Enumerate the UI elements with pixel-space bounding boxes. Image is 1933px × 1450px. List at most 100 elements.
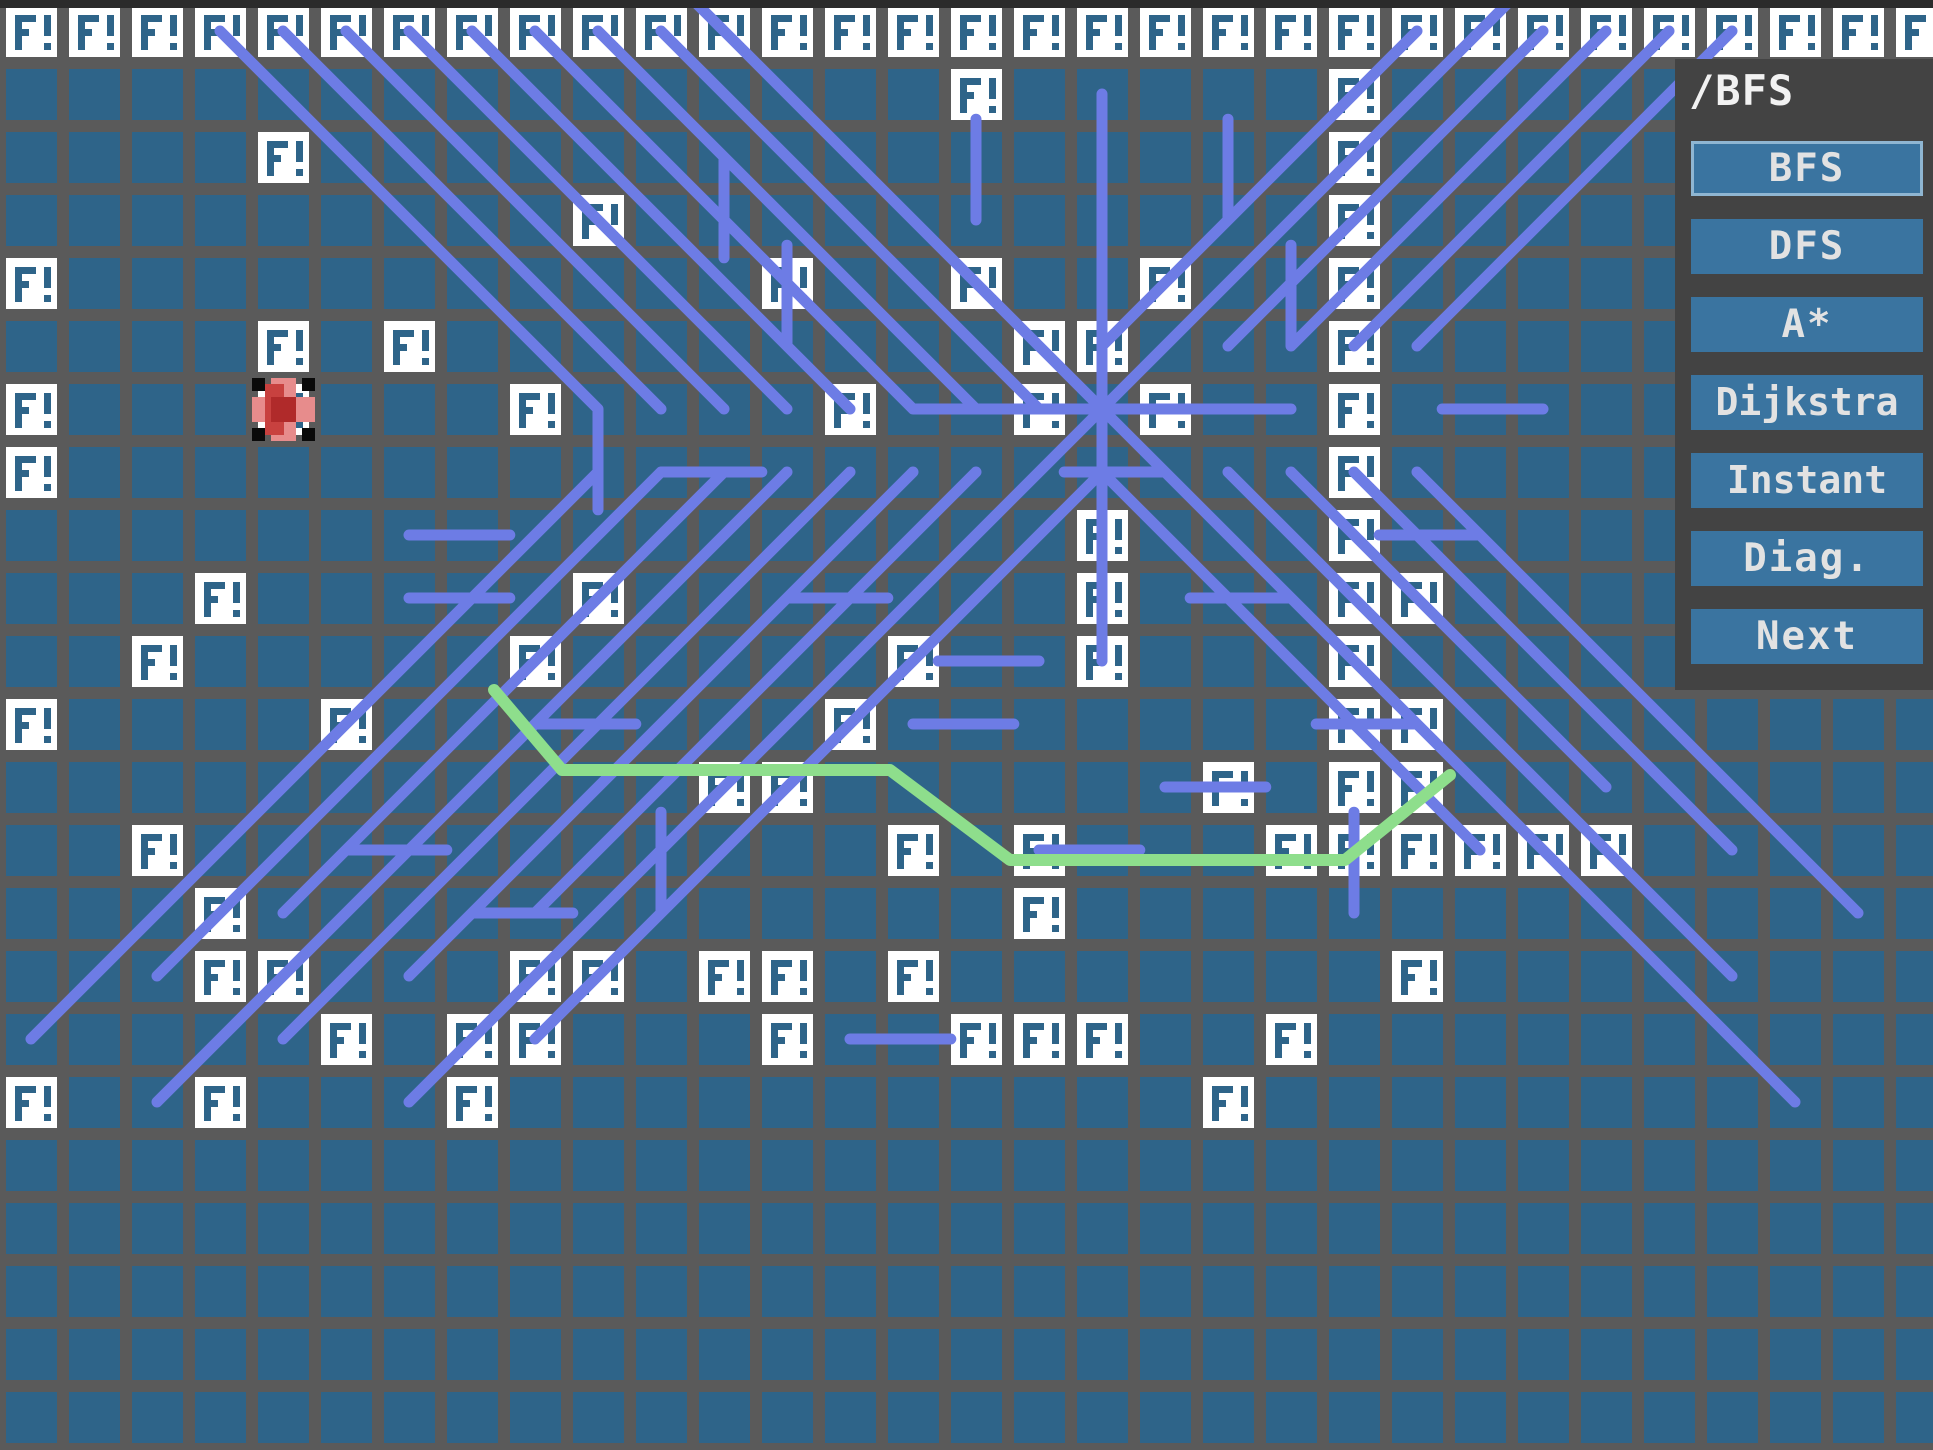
- grid-cell-wall[interactable]: [132, 825, 183, 876]
- grid-cell[interactable]: [951, 510, 1002, 561]
- grid-cell[interactable]: [6, 69, 57, 120]
- grid-cell[interactable]: [1833, 1014, 1884, 1065]
- grid-cell[interactable]: [1329, 951, 1380, 1002]
- grid-cell[interactable]: [1896, 1392, 1933, 1443]
- grid-cell-wall[interactable]: [1392, 699, 1443, 750]
- grid-cell[interactable]: [1455, 1140, 1506, 1191]
- grid-cell[interactable]: [132, 951, 183, 1002]
- grid-cell[interactable]: [69, 888, 120, 939]
- grid-cell[interactable]: [825, 1203, 876, 1254]
- grid-cell[interactable]: [1707, 951, 1758, 1002]
- grid-cell[interactable]: [510, 132, 561, 183]
- grid-cell-wall[interactable]: [258, 6, 309, 57]
- grid-cell[interactable]: [636, 1140, 687, 1191]
- grid-cell[interactable]: [69, 699, 120, 750]
- grid-cell-wall[interactable]: [510, 6, 561, 57]
- grid-cell[interactable]: [573, 1392, 624, 1443]
- grid-cell[interactable]: [1077, 762, 1128, 813]
- grid-cell[interactable]: [1329, 1140, 1380, 1191]
- grid-cell-wall[interactable]: [1896, 6, 1933, 57]
- grid-cell[interactable]: [384, 951, 435, 1002]
- grid-cell[interactable]: [1896, 825, 1933, 876]
- grid-cell[interactable]: [1392, 195, 1443, 246]
- grid-cell[interactable]: [258, 1392, 309, 1443]
- grid-cell[interactable]: [258, 447, 309, 498]
- grid-cell[interactable]: [258, 1329, 309, 1380]
- grid-cell[interactable]: [510, 1329, 561, 1380]
- grid-cell[interactable]: [132, 510, 183, 561]
- grid-cell-wall[interactable]: [195, 1077, 246, 1128]
- grid-cell[interactable]: [132, 699, 183, 750]
- grid-cell[interactable]: [132, 195, 183, 246]
- grid-cell[interactable]: [888, 888, 939, 939]
- grid-cell-wall[interactable]: [321, 699, 372, 750]
- grid-cell[interactable]: [1266, 384, 1317, 435]
- grid-cell[interactable]: [1140, 1203, 1191, 1254]
- grid-cell[interactable]: [573, 132, 624, 183]
- grid-cell[interactable]: [1644, 1392, 1695, 1443]
- grid-cell[interactable]: [1518, 573, 1569, 624]
- grid-cell[interactable]: [1770, 699, 1821, 750]
- grid-cell[interactable]: [699, 1203, 750, 1254]
- grid-cell[interactable]: [1266, 1140, 1317, 1191]
- grid-cell[interactable]: [1644, 1014, 1695, 1065]
- grid-cell[interactable]: [132, 1392, 183, 1443]
- grid-cell[interactable]: [195, 762, 246, 813]
- grid-cell[interactable]: [132, 762, 183, 813]
- grid-cell[interactable]: [1203, 951, 1254, 1002]
- grid-cell[interactable]: [1140, 1329, 1191, 1380]
- grid-cell[interactable]: [699, 69, 750, 120]
- grid-cell-wall[interactable]: [762, 951, 813, 1002]
- grid-cell[interactable]: [321, 1203, 372, 1254]
- grid-cell[interactable]: [258, 636, 309, 687]
- grid-cell[interactable]: [699, 321, 750, 372]
- grid-cell[interactable]: [384, 510, 435, 561]
- grid-cell[interactable]: [636, 258, 687, 309]
- grid-cell[interactable]: [510, 762, 561, 813]
- grid-cell[interactable]: [510, 1266, 561, 1317]
- grid-cell-wall[interactable]: [1329, 510, 1380, 561]
- grid-cell[interactable]: [1518, 384, 1569, 435]
- grid-cell[interactable]: [195, 132, 246, 183]
- grid-cell[interactable]: [510, 1077, 561, 1128]
- grid-cell[interactable]: [1077, 132, 1128, 183]
- grid-cell-wall[interactable]: [6, 6, 57, 57]
- button-instant[interactable]: Instant: [1691, 453, 1923, 508]
- grid-cell[interactable]: [1077, 1077, 1128, 1128]
- grid-cell-wall[interactable]: [510, 1014, 561, 1065]
- grid-cell[interactable]: [573, 510, 624, 561]
- grid-cell[interactable]: [1581, 384, 1632, 435]
- button-bfs[interactable]: BFS: [1691, 141, 1923, 196]
- grid-cell[interactable]: [1896, 699, 1933, 750]
- grid-cell-wall[interactable]: [1077, 1014, 1128, 1065]
- grid-cell-wall[interactable]: [951, 6, 1002, 57]
- grid-cell[interactable]: [1392, 1203, 1443, 1254]
- grid-cell[interactable]: [447, 699, 498, 750]
- grid-cell[interactable]: [1266, 1266, 1317, 1317]
- grid-cell[interactable]: [1707, 1203, 1758, 1254]
- grid-cell-wall[interactable]: [825, 384, 876, 435]
- grid-cell-wall[interactable]: [1392, 951, 1443, 1002]
- grid-cell[interactable]: [1140, 573, 1191, 624]
- grid-cell[interactable]: [1455, 888, 1506, 939]
- grid-cell[interactable]: [69, 1329, 120, 1380]
- grid-cell[interactable]: [1770, 888, 1821, 939]
- grid-cell[interactable]: [762, 825, 813, 876]
- grid-cell[interactable]: [1014, 69, 1065, 120]
- grid-cell[interactable]: [762, 888, 813, 939]
- grid-cell[interactable]: [321, 573, 372, 624]
- grid-cell[interactable]: [1266, 762, 1317, 813]
- grid-cell-wall[interactable]: [195, 6, 246, 57]
- grid-cell[interactable]: [132, 1140, 183, 1191]
- grid-cell[interactable]: [258, 699, 309, 750]
- grid-cell[interactable]: [195, 699, 246, 750]
- grid-cell[interactable]: [1707, 1392, 1758, 1443]
- grid-cell[interactable]: [384, 888, 435, 939]
- grid-cell[interactable]: [762, 1077, 813, 1128]
- grid-cell[interactable]: [1455, 951, 1506, 1002]
- grid-cell[interactable]: [888, 762, 939, 813]
- grid-cell[interactable]: [699, 1392, 750, 1443]
- grid-cell-wall[interactable]: [510, 951, 561, 1002]
- grid-cell[interactable]: [447, 1329, 498, 1380]
- grid-cell[interactable]: [321, 951, 372, 1002]
